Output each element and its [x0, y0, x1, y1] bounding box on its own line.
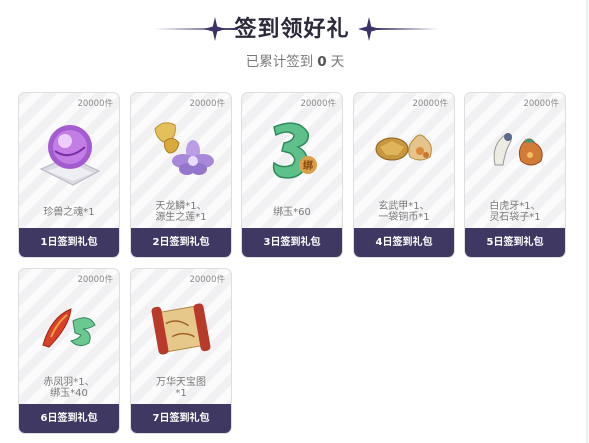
purple-orb-icon — [19, 111, 119, 193]
gift-card-day-7: 20000件 万华天宝图 *1 7日签到礼包 — [130, 268, 232, 434]
checkin-header: 签到领好礼 已累计签到 0 天 — [0, 14, 589, 74]
claim-day-1-button[interactable]: 1日签到礼包 — [19, 228, 119, 257]
gift-card-day-4: 20000件 玄武甲*1、 一袋铜币*1 4日签到礼包 — [353, 92, 455, 258]
tiger-fang-stone-bag-icon — [465, 111, 565, 193]
jade-bound-icon: 绑 — [242, 111, 342, 193]
stock-count: 20000件 — [300, 99, 336, 109]
gift-card-day-6: 20000件 赤凤羽*1、 绑玉*40 6日签到礼包 — [18, 268, 120, 434]
reward-items: 玄武甲*1、 一袋铜币*1 — [378, 201, 430, 223]
title-row: 签到领好礼 — [148, 14, 438, 46]
gift-card-day-2: 20000件 天龙鳞*1、 源生之莲*1 2日签到礼包 — [130, 92, 232, 258]
stock-count: 20000件 — [77, 275, 113, 285]
gift-card-day-5: 20000件 白虎牙*1、 灵石袋子*1 5日签到礼包 — [464, 92, 566, 258]
page-title: 签到领好礼 — [234, 17, 350, 42]
phoenix-feather-jade-icon — [19, 287, 119, 369]
signed-days-count: 0 — [317, 54, 327, 70]
reward-items: 天龙鳞*1、 源生之莲*1 — [155, 201, 207, 223]
treasure-scroll-icon — [131, 287, 231, 369]
sparkle-star-icon — [204, 17, 226, 41]
stock-count: 20000件 — [189, 99, 225, 109]
reward-items: 珍兽之魂*1 — [43, 206, 95, 218]
signed-days-suffix: 天 — [330, 54, 345, 70]
dragon-scale-lotus-icon — [131, 111, 231, 193]
svg-text:绑: 绑 — [303, 159, 313, 172]
stock-count: 20000件 — [77, 99, 113, 109]
claim-day-7-button[interactable]: 7日签到礼包 — [131, 404, 231, 433]
claim-day-6-button[interactable]: 6日签到礼包 — [19, 404, 119, 433]
claim-day-3-button[interactable]: 3日签到礼包 — [242, 228, 342, 257]
claim-day-5-button[interactable]: 5日签到礼包 — [465, 228, 565, 257]
title-decoration-right — [372, 28, 438, 30]
signed-days-summary: 已累计签到 0 天 — [200, 52, 390, 72]
reward-items: 赤凤羽*1、 绑玉*40 — [43, 377, 95, 399]
claim-day-4-button[interactable]: 4日签到礼包 — [354, 228, 454, 257]
reward-items: 白虎牙*1、 灵石袋子*1 — [489, 201, 541, 223]
stock-count: 20000件 — [412, 99, 448, 109]
claim-day-2-button[interactable]: 2日签到礼包 — [131, 228, 231, 257]
reward-items: 万华天宝图 *1 — [156, 377, 206, 399]
stock-count: 20000件 — [189, 275, 225, 285]
signed-days-prefix: 已累计签到 — [245, 54, 314, 70]
stock-count: 20000件 — [523, 99, 559, 109]
turtle-armor-coin-bag-icon — [354, 111, 454, 193]
reward-items: 绑玉*60 — [273, 206, 311, 218]
gift-card-day-3: 20000件 绑 绑玉*60 3日签到礼包 — [241, 92, 343, 258]
gift-card-day-1: 20000件 珍兽之魂*1 1日签到礼包 — [18, 92, 120, 258]
